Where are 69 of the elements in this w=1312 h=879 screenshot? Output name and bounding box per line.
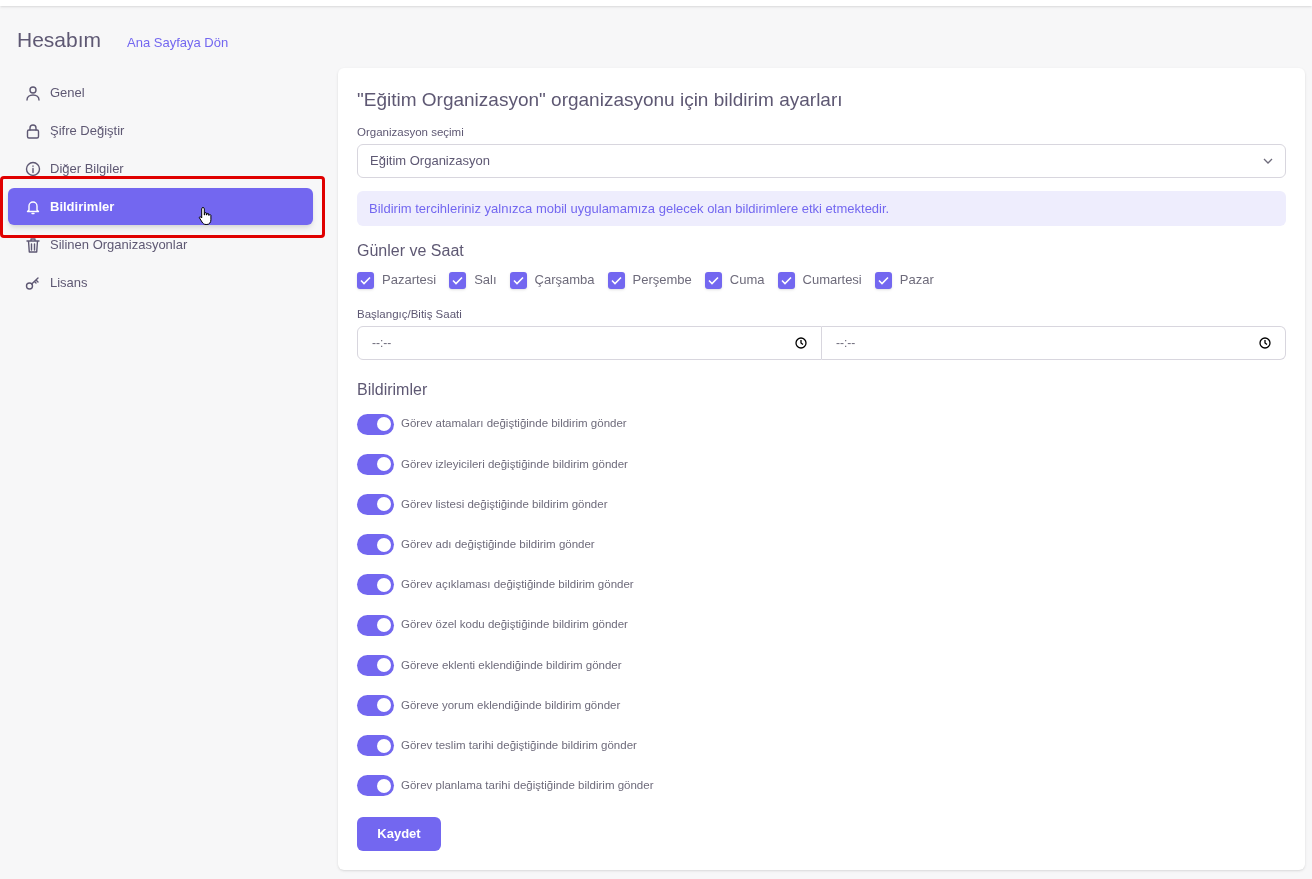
- back-link[interactable]: Ana Sayfaya Dön: [127, 33, 229, 53]
- toggle-label: Görev planlama tarihi değiştiğinde bildirim gönder: [401, 778, 654, 794]
- toggle-switch[interactable]: [357, 735, 394, 757]
- sidebar-item[interactable]: Bildirimler: [8, 188, 313, 225]
- toggle-switch[interactable]: [357, 654, 394, 676]
- info-icon: [25, 160, 41, 177]
- field-label: Organizasyon seçimi: [357, 125, 465, 140]
- checkbox[interactable]: [357, 271, 374, 289]
- clock-icon: [1259, 337, 1271, 349]
- bell-icon: [25, 198, 41, 215]
- checkbox-label: Pazartesi: [382, 271, 437, 290]
- section-heading: Günler ve Saat: [357, 241, 465, 261]
- check-icon: [360, 275, 371, 285]
- checkbox-label: Pazar: [899, 271, 934, 290]
- check-icon: [780, 275, 792, 285]
- checkbox-label: Salı: [474, 271, 497, 290]
- checkbox-label: Çarşamba: [534, 271, 595, 290]
- checkbox[interactable]: [449, 271, 467, 289]
- toggle-label: Görev teslim tarihi değiştiğinde bildirim gönder: [401, 737, 637, 753]
- checkbox-label: Perşembe: [632, 271, 692, 290]
- checkbox-label: Cuma: [729, 271, 765, 290]
- checkbox-label: Cumartesi: [802, 271, 862, 290]
- section-heading: Bildirimler: [357, 380, 429, 400]
- check-icon: [610, 275, 622, 285]
- toggle-label: Göreve yorum eklendiğinde bildirim gönder: [401, 697, 621, 713]
- key-icon: [25, 274, 41, 291]
- toggle-switch[interactable]: [357, 413, 394, 435]
- toggle-switch[interactable]: [357, 775, 394, 797]
- clock-icon: [795, 337, 807, 349]
- toggle-switch[interactable]: [357, 453, 394, 475]
- toggle-switch[interactable]: [357, 534, 394, 556]
- toggle-switch[interactable]: [357, 493, 394, 515]
- toggle-label: Görev adı değiştiğinde bildirim gönder: [401, 537, 595, 553]
- toggle-switch[interactable]: [357, 694, 394, 716]
- sidebar-item[interactable]: Diğer Bilgiler: [8, 150, 313, 187]
- user-icon: [25, 84, 41, 101]
- info-alert: Bildirim tercihleriniz yalnızca mobil uygulamamıza gelecek olan bildirimlere etki etmektedir.: [357, 191, 1286, 226]
- toggle-label: Görev açıklaması değiştiğinde bildirim gönder: [401, 577, 634, 593]
- toggle-label: Görev atamaları değiştiğinde bildirim gönder: [401, 416, 627, 432]
- sidebar-item[interactable]: Genel: [8, 74, 313, 111]
- chevron-down-icon: [1263, 158, 1273, 164]
- check-icon: [452, 275, 464, 285]
- hand-cursor-icon: [198, 206, 214, 226]
- save-button[interactable]: Kaydet: [357, 816, 441, 851]
- checkbox[interactable]: [704, 271, 722, 289]
- toggle-label: Görev izleyicileri değiştiğinde bildirim gönder: [401, 456, 628, 472]
- sidebar-item[interactable]: Lisans: [8, 264, 313, 301]
- checkbox[interactable]: [509, 271, 527, 289]
- time-field[interactable]: --:--: [822, 326, 1286, 360]
- toggle-switch[interactable]: [357, 614, 394, 636]
- check-icon: [512, 275, 524, 285]
- field-label: Başlangıç/Bitiş Saati: [357, 307, 463, 322]
- checkbox[interactable]: [607, 271, 625, 289]
- sidebar-item[interactable]: Silinen Organizasyonlar: [8, 226, 313, 263]
- trash-icon: [25, 236, 41, 253]
- time-field[interactable]: --:--: [357, 326, 822, 360]
- check-icon: [707, 275, 719, 285]
- toggle-label: Görev özel kodu değiştiğinde bildirim gönder: [401, 617, 628, 633]
- toggle-label: Göreve eklenti eklendiğinde bildirim gönder: [401, 657, 622, 673]
- toggle-label: Görev listesi değiştiğinde bildirim gönder: [401, 496, 608, 512]
- organization-select[interactable]: Eğitim Organizasyon: [357, 144, 1286, 178]
- page-title: Hesabım: [17, 27, 102, 53]
- checkbox[interactable]: [777, 271, 795, 289]
- toggle-switch[interactable]: [357, 574, 394, 596]
- card-title: "Eğitim Organizasyon" organizasyonu için bildirim ayarları: [357, 88, 844, 112]
- lock-icon: [25, 122, 41, 139]
- checkbox[interactable]: [874, 271, 892, 289]
- check-icon: [877, 275, 889, 285]
- sidebar-item[interactable]: Şifre Değiştir: [8, 112, 313, 149]
